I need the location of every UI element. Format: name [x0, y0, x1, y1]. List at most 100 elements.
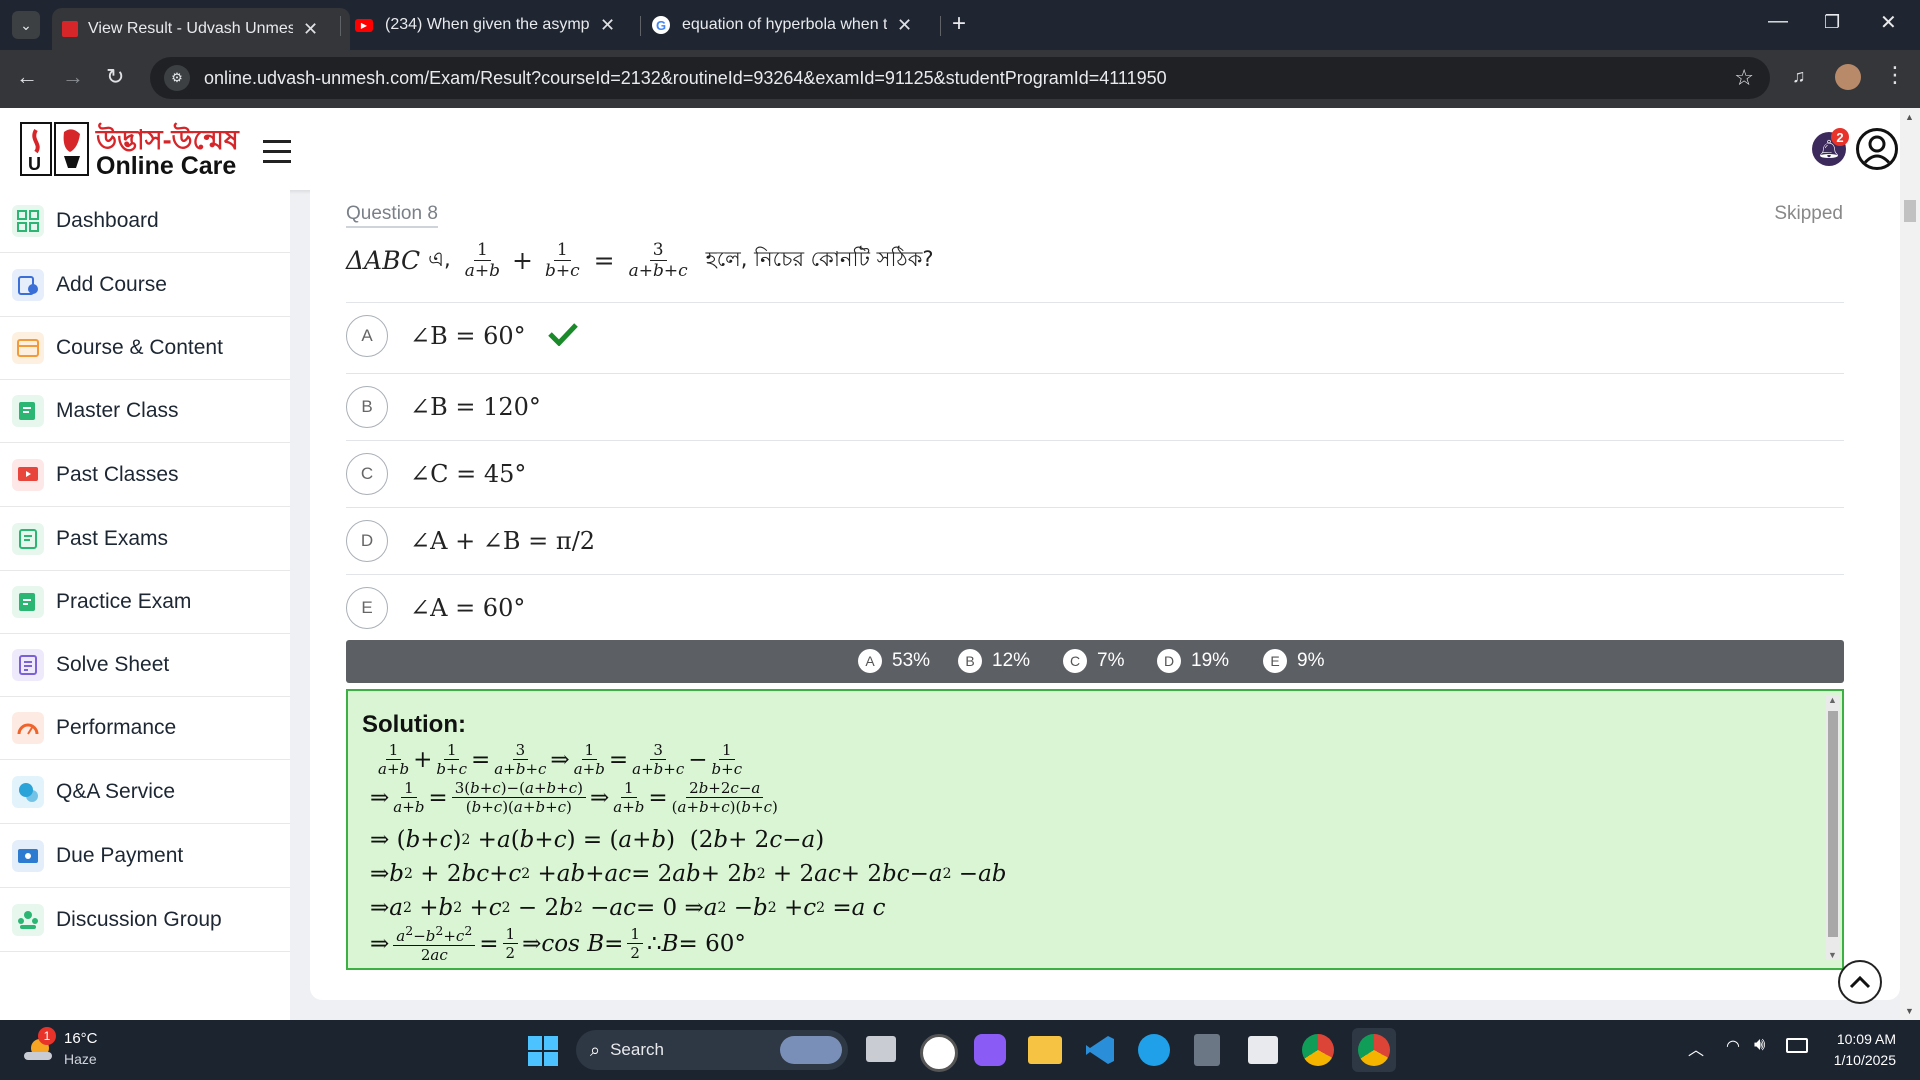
past-exams-icon [12, 523, 44, 555]
option-d[interactable]: D ∠A + ∠B = π/2 [346, 507, 1844, 574]
course-content-icon [12, 332, 44, 364]
sidebar-item-label: Dashboard [56, 209, 159, 232]
option-text: ∠A + ∠B = π/2 [410, 527, 596, 555]
notification-count-badge: 2 [1831, 128, 1849, 146]
chevron-up-icon [1849, 975, 1871, 989]
question-tail: হলে, নিচের কোনটি সঠিক? [705, 247, 934, 272]
copilot-icon[interactable] [974, 1034, 1006, 1066]
bookmark-star-icon[interactable]: ☆ [1734, 65, 1754, 91]
minimize-icon[interactable]: — [1768, 10, 1788, 33]
vscode-icon[interactable] [1084, 1034, 1116, 1066]
weather-badge: 1 [38, 1027, 56, 1045]
edge-browser-icon[interactable] [1138, 1034, 1170, 1066]
microsoft-store-icon[interactable] [1248, 1036, 1278, 1064]
file-explorer-icon[interactable] [1028, 1036, 1062, 1064]
sidebar-item-qa-service[interactable]: Q&A Service [0, 761, 290, 824]
math-fraction: 3 a+b+c [628, 240, 688, 282]
clock-date[interactable]: 1/10/2025 [1824, 1052, 1896, 1068]
tab-title: equation of hyperbola when tra [682, 16, 887, 33]
browser-tab-bar: ⌄ View Result - Udvash Unmesh O ✕ ▶ (234… [0, 0, 1920, 50]
tab-view-result[interactable]: View Result - Udvash Unmesh O ✕ [52, 8, 350, 50]
sidebar-item-label: Discussion Group [56, 908, 222, 931]
udvash-favicon-icon [62, 21, 78, 37]
option-letter: E [346, 587, 388, 629]
question-triangle: ΔABC [346, 246, 421, 276]
windows-start-icon[interactable] [528, 1036, 558, 1066]
option-a[interactable]: A ∠B = 60° [346, 302, 1844, 369]
clock-app-icon[interactable] [920, 1034, 958, 1072]
search-icon: ⌕ [590, 1039, 601, 1060]
solution-title: Solution: [362, 711, 466, 738]
option-letter: D [346, 520, 388, 562]
sidebar-item-discussion-group[interactable]: Discussion Group [0, 889, 290, 952]
task-view-icon[interactable] [866, 1036, 896, 1062]
sidebar-item-label: Master Class [56, 399, 179, 422]
sidebar-item-performance[interactable]: Performance [0, 697, 290, 760]
battery-icon[interactable] [1786, 1038, 1808, 1053]
chrome-icon[interactable] [1302, 1034, 1334, 1066]
master-class-icon [12, 395, 44, 427]
past-classes-video-icon [12, 459, 44, 491]
solution-scrollbar[interactable]: ▲ ▼ [1826, 695, 1840, 960]
close-tab-icon[interactable]: ✕ [897, 15, 912, 36]
sidebar-item-label: Solve Sheet [56, 653, 170, 676]
question-particle: এ, [428, 247, 451, 272]
question-status: Skipped [1774, 203, 1843, 224]
sidebar-item-label: Performance [56, 716, 177, 739]
option-text: ∠B = 120° [410, 393, 541, 421]
clock-time[interactable]: 10:09 AM [1830, 1031, 1896, 1047]
browser-menu-icon[interactable]: ⋮ [1884, 62, 1906, 88]
solution-line: ⇒ 1 a+b = 3(b+c)−(a+b+c) (b+c)(a+b+c) ⇒ 1a… [370, 779, 778, 816]
taskbar-search-box[interactable]: ⌕ Search [576, 1030, 848, 1070]
wifi-icon[interactable]: ◠ [1726, 1036, 1740, 1056]
question-number: Question 8 [346, 203, 438, 228]
tab-google-search[interactable]: G equation of hyperbola when tra ✕ [652, 8, 922, 42]
option-b[interactable]: B ∠B = 120° [346, 373, 1844, 440]
hamburger-menu-icon[interactable] [263, 140, 291, 163]
back-arrow-icon[interactable]: ← [16, 64, 38, 90]
sidebar-item-course-content[interactable]: Course & Content [0, 317, 290, 380]
option-c[interactable]: C ∠C = 45° [346, 440, 1844, 507]
sidebar-item-practice-exam[interactable]: Practice Exam [0, 571, 290, 634]
tab-title: (234) When given the asymptot [385, 16, 590, 33]
math-fraction: 1 b+c [544, 240, 580, 282]
restore-icon[interactable]: ❐ [1824, 12, 1840, 33]
site-info-icon[interactable]: ⚙ [164, 65, 190, 91]
page-scrollbar[interactable]: ▲ ▼ [1900, 108, 1920, 1020]
sidebar-item-add-course[interactable]: Add Course [0, 254, 290, 317]
due-payment-icon [12, 840, 44, 872]
site-logo[interactable]: U [20, 122, 90, 176]
add-course-icon [12, 269, 44, 301]
reload-icon[interactable]: ↻ [106, 64, 124, 90]
close-window-icon[interactable]: ✕ [1880, 10, 1897, 35]
sidebar-item-dashboard[interactable]: Dashboard [0, 190, 290, 253]
tab-search-button[interactable]: ⌄ [12, 11, 40, 39]
option-text: ∠B = 60° [410, 322, 526, 350]
sidebar-item-past-exams[interactable]: Past Exams [0, 508, 290, 571]
sidebar-item-solve-sheet[interactable]: Solve Sheet [0, 634, 290, 697]
user-profile-icon[interactable] [1856, 128, 1898, 170]
close-tab-icon[interactable]: ✕ [303, 19, 318, 40]
calculator-icon[interactable] [1194, 1034, 1220, 1066]
media-controls-icon[interactable]: ♫ [1792, 66, 1806, 87]
svg-text:U: U [28, 154, 41, 174]
stat-a: A 53% [858, 649, 930, 673]
stat-c: C 7% [1063, 649, 1124, 673]
close-tab-icon[interactable]: ✕ [600, 15, 615, 36]
option-e[interactable]: E ∠A = 60° [346, 574, 1844, 641]
volume-icon[interactable]: 🔊︎ [1754, 1034, 1765, 1055]
sidebar-item-due-payment[interactable]: Due Payment [0, 825, 290, 888]
url-omnibox[interactable]: ⚙ online.udvash-unmesh.com/Exam/Result?c… [150, 57, 1770, 99]
discussion-group-icon [12, 904, 44, 936]
sidebar-item-past-classes[interactable]: Past Classes [0, 444, 290, 507]
new-tab-plus-icon[interactable]: + [952, 10, 966, 38]
sidebar-item-master-class[interactable]: Master Class [0, 380, 290, 443]
solution-line: ⇒ a2 + b2 + c2 − 2b2 − ac = 0 ⇒ a2 − b2 … [370, 895, 886, 921]
sidebar-item-label: Q&A Service [56, 780, 176, 803]
tab-youtube[interactable]: ▶ (234) When given the asymptot ✕ [355, 8, 625, 42]
chrome-active-button[interactable] [1352, 1028, 1396, 1072]
chevron-up-tray-icon[interactable]: ︿ [1688, 1036, 1704, 1060]
profile-avatar[interactable] [1835, 64, 1861, 90]
scroll-to-top-button[interactable] [1838, 960, 1882, 1004]
forward-arrow-icon[interactable]: → [62, 64, 84, 90]
